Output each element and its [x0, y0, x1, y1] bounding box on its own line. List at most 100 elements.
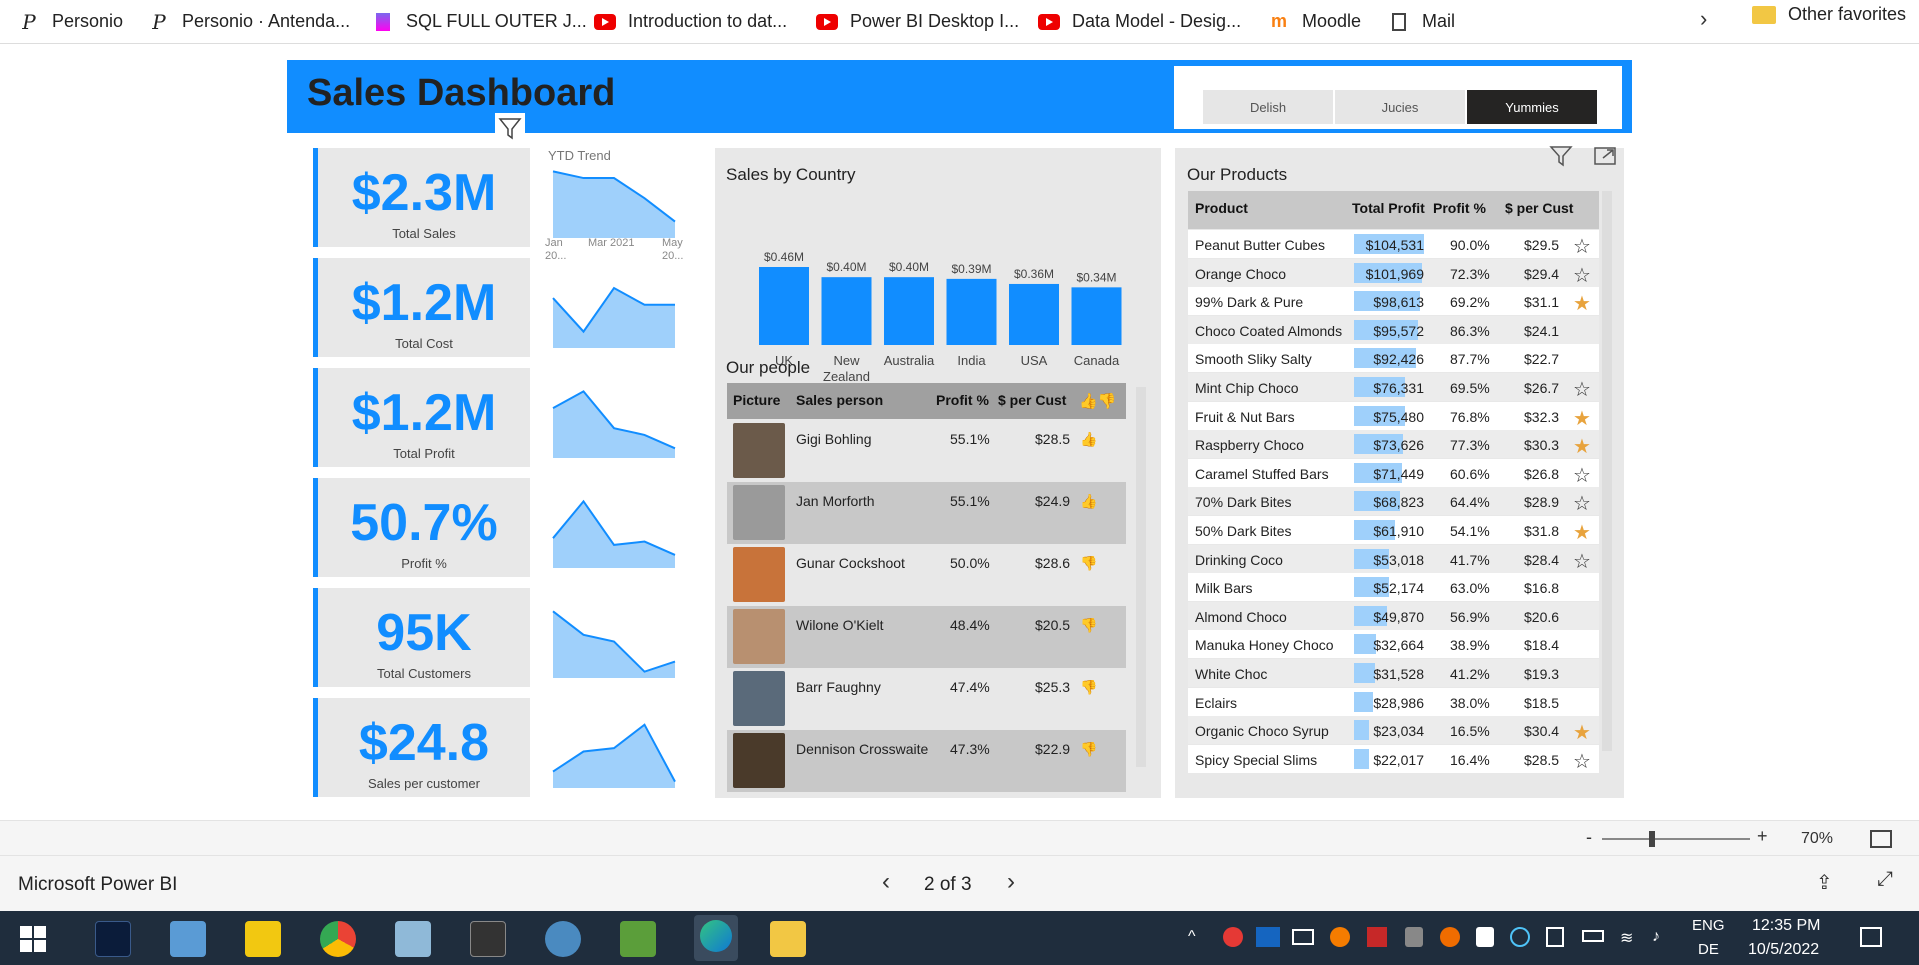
col-profit[interactable]: Profit % — [936, 392, 989, 408]
zoom-in-button[interactable]: + — [1757, 826, 1768, 847]
people-row[interactable]: Jan Morforth 55.1% $24.9 👍 — [727, 482, 1126, 544]
tray-app-icon[interactable] — [1510, 927, 1530, 947]
country-tick-label: Canada — [1074, 353, 1120, 368]
favorite-link[interactable]: P Personio · Antenda... — [140, 6, 358, 38]
product-row[interactable]: Eclairs $28,986 38.0% $18.5 — [1188, 687, 1599, 716]
shield-icon[interactable] — [1405, 927, 1423, 947]
product-row[interactable]: Raspberry Choco $73,626 77.3% $30.3 ★ — [1188, 430, 1599, 459]
product-row[interactable]: 50% Dark Bites $61,910 54.1% $31.8 ★ — [1188, 516, 1599, 544]
country-tick-label: New — [833, 353, 860, 368]
col-per-cust[interactable]: $ per Cust — [998, 392, 1066, 408]
filter-icon[interactable] — [495, 113, 525, 143]
product-row[interactable]: Almond Choco $49,870 56.9% $20.6 — [1188, 601, 1599, 630]
app-icon[interactable] — [545, 921, 581, 957]
clock-time[interactable]: 12:35 PM — [1752, 917, 1820, 935]
country-bar[interactable] — [884, 277, 934, 345]
product-row[interactable]: Choco Coated Almonds $95,572 86.3% $24.1 — [1188, 315, 1599, 344]
notifications-icon[interactable] — [1860, 927, 1882, 947]
people-row[interactable]: Barr Faughny 47.4% $25.3 👎 — [727, 668, 1126, 730]
favorite-link[interactable]: Power BI Desktop I... — [808, 6, 1027, 38]
country-bar[interactable] — [946, 278, 997, 345]
box-icon[interactable] — [1256, 927, 1280, 947]
people-row[interactable]: Gigi Bohling 55.1% $28.5 👍 — [727, 420, 1126, 482]
country-bar[interactable] — [821, 277, 872, 345]
computer-icon[interactable] — [170, 921, 206, 957]
previous-page-button[interactable]: ‹ — [882, 868, 890, 896]
col-profit-pct[interactable]: Profit % — [1433, 200, 1486, 216]
country-bar[interactable] — [1071, 287, 1122, 345]
favorite-link[interactable]: Introduction to dat... — [586, 6, 795, 38]
product-row[interactable]: Caramel Stuffed Bars $71,449 60.6% $26.8 ☆ — [1188, 458, 1599, 487]
people-scrollbar[interactable] — [1136, 387, 1146, 767]
security-icon[interactable] — [1476, 927, 1494, 947]
products-scrollbar[interactable] — [1602, 191, 1612, 751]
col-sales-person[interactable]: Sales person — [796, 392, 883, 408]
chrome-icon[interactable] — [320, 921, 356, 957]
product-row[interactable]: Manuka Honey Choco $32,664 38.9% $18.4 — [1188, 630, 1599, 659]
favorite-link[interactable]: P Personio — [10, 6, 131, 38]
language-primary[interactable]: ENG — [1692, 917, 1725, 934]
power-bi-icon[interactable] — [245, 921, 281, 957]
favorite-label: Personio — [52, 11, 124, 31]
country-bar[interactable] — [1009, 283, 1059, 345]
product-row[interactable]: 70% Dark Bites $68,823 64.4% $28.9 ☆ — [1188, 487, 1599, 516]
team-button-delish[interactable]: Delish — [1203, 90, 1333, 124]
people-row[interactable]: Gunar Cockshoot 50.0% $28.6 👎 — [727, 544, 1126, 606]
zoom-out-button[interactable]: - — [1586, 827, 1592, 848]
next-page-button[interactable]: › — [1007, 868, 1015, 896]
people-row[interactable]: Dennison Crosswaite 47.3% $22.9 👎 — [727, 730, 1126, 792]
zoom-slider-handle[interactable] — [1649, 831, 1655, 847]
display-icon[interactable] — [1292, 929, 1314, 945]
tray-app-icon[interactable] — [1223, 927, 1243, 947]
product-row[interactable]: Fruit & Nut Bars $75,480 76.8% $32.3 ★ — [1188, 401, 1599, 430]
col-product[interactable]: Product — [1195, 200, 1248, 216]
other-favorites[interactable]: Other favorites — [1752, 4, 1906, 25]
product-row[interactable]: White Choc $31,528 41.2% $19.3 — [1188, 659, 1599, 687]
file-explorer-icon[interactable] — [770, 921, 806, 957]
fit-to-page-icon[interactable] — [1870, 830, 1892, 848]
filter-icon[interactable] — [1547, 142, 1575, 170]
edge-icon-active[interactable] — [694, 915, 738, 961]
product-row[interactable]: Peanut Butter Cubes $104,531 90.0% $29.5 ☆ — [1188, 230, 1599, 258]
product-row[interactable]: Milk Bars $52,174 63.0% $16.8 — [1188, 573, 1599, 602]
favorite-link[interactable]: m Moodle — [1260, 6, 1369, 38]
fullscreen-icon[interactable]: ⤢ — [1877, 868, 1893, 891]
share-icon[interactable]: ⇪ — [1816, 870, 1833, 895]
favorite-link[interactable]: Data Model - Desig... — [1030, 6, 1249, 38]
tray-app-icon[interactable] — [1440, 927, 1460, 947]
chevron-right-icon[interactable]: › — [1700, 6, 1707, 32]
tray-app-icon[interactable] — [1330, 927, 1350, 947]
col-per-cust[interactable]: $ per Cust — [1505, 200, 1573, 216]
col-total-profit[interactable]: Total Profit — [1352, 200, 1425, 216]
country-bar[interactable] — [759, 267, 809, 345]
product-row[interactable]: Smooth Sliky Salty $92,426 87.7% $22.7 — [1188, 344, 1599, 373]
product-row[interactable]: 99% Dark & Pure $98,613 69.2% $31.1 ★ — [1188, 287, 1599, 316]
amd-icon[interactable] — [1367, 927, 1387, 947]
chevron-up-icon[interactable]: ^ — [1188, 928, 1196, 946]
product-row[interactable]: Organic Choco Syrup $23,034 16.5% $30.4 ★ — [1188, 716, 1599, 745]
col-picture[interactable]: Picture — [733, 392, 780, 408]
product-row[interactable]: Mint Chip Choco $76,331 69.5% $26.7 ☆ — [1188, 373, 1599, 401]
team-button-jucies[interactable]: Jucies — [1335, 90, 1465, 124]
team-button-yummies[interactable]: Yummies — [1467, 90, 1597, 124]
favorite-link[interactable]: SQL FULL OUTER J... — [364, 6, 595, 38]
windows-start-icon[interactable] — [20, 926, 46, 952]
focus-mode-icon[interactable] — [1591, 142, 1619, 170]
battery-icon[interactable] — [1582, 930, 1604, 942]
clock-date[interactable]: 10/5/2022 — [1748, 941, 1819, 959]
zoom-slider[interactable] — [1602, 838, 1750, 840]
product-row[interactable]: Drinking Coco $53,018 41.7% $28.4 ☆ — [1188, 544, 1599, 573]
people-row[interactable]: Wilone O'Kielt 48.4% $20.5 👎 — [727, 606, 1126, 668]
favorite-link[interactable]: Mail — [1380, 6, 1463, 38]
product-row[interactable]: Spicy Special Slims $22,017 16.4% $28.5 ☆ — [1188, 744, 1599, 773]
language-secondary[interactable]: DE — [1698, 941, 1719, 958]
wifi-icon[interactable]: ≋ — [1620, 928, 1633, 948]
app-icon[interactable] — [95, 921, 131, 957]
kpi-label: Sales per customer — [368, 776, 480, 791]
volume-icon[interactable]: ♪ — [1652, 928, 1660, 946]
meet-icon[interactable] — [1546, 927, 1564, 947]
product-row[interactable]: Orange Choco $101,969 72.3% $29.4 ☆ — [1188, 258, 1599, 287]
terminal-icon[interactable] — [470, 921, 506, 957]
app-icon[interactable] — [395, 921, 431, 957]
app-icon[interactable] — [620, 921, 656, 957]
